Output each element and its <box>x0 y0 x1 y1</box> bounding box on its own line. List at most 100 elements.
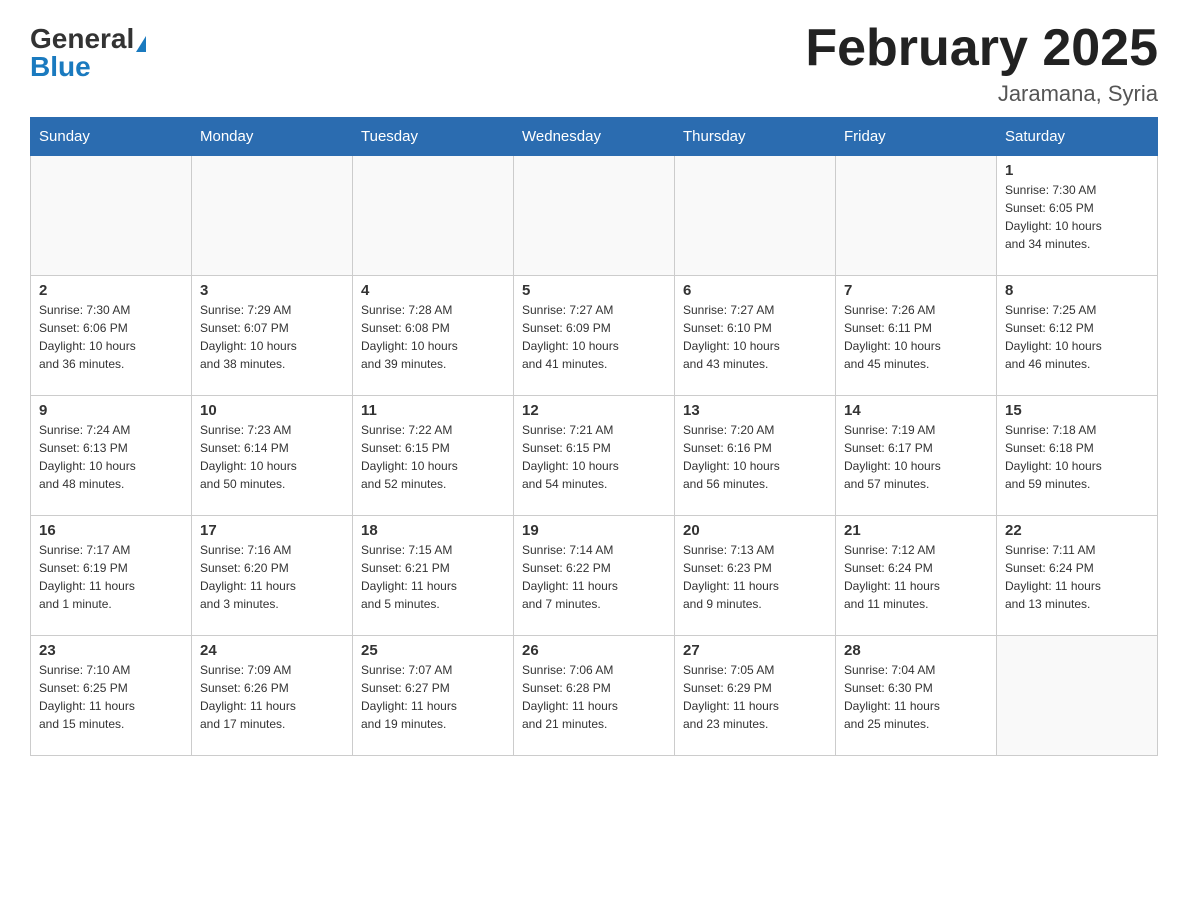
day-info: Sunrise: 7:27 AM Sunset: 6:09 PM Dayligh… <box>522 301 666 373</box>
calendar-cell <box>192 156 353 276</box>
calendar-cell: 3 Sunrise: 7:29 AM Sunset: 6:07 PM Daylig… <box>192 276 353 396</box>
day-number: 24 <box>200 642 344 659</box>
day-info: Sunrise: 7:25 AM Sunset: 6:12 PM Dayligh… <box>1005 301 1149 373</box>
day-number: 6 <box>683 282 827 299</box>
day-info: Sunrise: 7:10 AM Sunset: 6:25 PM Dayligh… <box>39 661 183 733</box>
day-number: 9 <box>39 402 183 419</box>
day-info: Sunrise: 7:13 AM Sunset: 6:23 PM Dayligh… <box>683 541 827 613</box>
calendar-cell <box>836 156 997 276</box>
calendar-cell: 13Sunrise: 7:20 AM Sunset: 6:16 PM Dayli… <box>675 396 836 516</box>
calendar-week-row: 2 Sunrise: 7:30 AM Sunset: 6:06 PM Daylig… <box>31 276 1158 396</box>
calendar-cell: 15Sunrise: 7:18 AM Sunset: 6:18 PM Dayli… <box>997 396 1158 516</box>
calendar-cell: 21Sunrise: 7:12 AM Sunset: 6:24 PM Dayli… <box>836 516 997 636</box>
day-number: 28 <box>844 642 988 659</box>
calendar-week-row: 9 Sunrise: 7:24 AM Sunset: 6:13 PM Daylig… <box>31 396 1158 516</box>
day-info: Sunrise: 7:17 AM Sunset: 6:19 PM Dayligh… <box>39 541 183 613</box>
day-number: 22 <box>1005 522 1149 539</box>
calendar-cell: 2 Sunrise: 7:30 AM Sunset: 6:06 PM Daylig… <box>31 276 192 396</box>
calendar-cell: 22 Sunrise: 7:11 AM Sunset: 6:24 PM Dayli… <box>997 516 1158 636</box>
day-info: Sunrise: 7:30 AM Sunset: 6:06 PM Dayligh… <box>39 301 183 373</box>
location: Jaramana, Syria <box>805 81 1158 107</box>
calendar-cell: 11 Sunrise: 7:22 AM Sunset: 6:15 PM Dayli… <box>353 396 514 516</box>
day-number: 17 <box>200 522 344 539</box>
day-info: Sunrise: 7:19 AM Sunset: 6:17 PM Dayligh… <box>844 421 988 493</box>
day-of-week-header: Saturday <box>997 118 1158 156</box>
day-number: 12 <box>522 402 666 419</box>
day-info: Sunrise: 7:26 AM Sunset: 6:11 PM Dayligh… <box>844 301 988 373</box>
calendar-cell: 14 Sunrise: 7:19 AM Sunset: 6:17 PM Dayli… <box>836 396 997 516</box>
day-info: Sunrise: 7:27 AM Sunset: 6:10 PM Dayligh… <box>683 301 827 373</box>
logo-triangle-icon <box>136 36 146 52</box>
day-info: Sunrise: 7:11 AM Sunset: 6:24 PM Dayligh… <box>1005 541 1149 613</box>
calendar-table: SundayMondayTuesdayWednesdayThursdayFrid… <box>30 117 1158 756</box>
day-number: 25 <box>361 642 505 659</box>
logo-general-text: General <box>30 23 134 54</box>
day-info: Sunrise: 7:30 AM Sunset: 6:05 PM Dayligh… <box>1005 181 1149 253</box>
day-number: 23 <box>39 642 183 659</box>
day-number: 14 <box>844 402 988 419</box>
day-number: 19 <box>522 522 666 539</box>
day-number: 1 <box>1005 162 1149 179</box>
day-info: Sunrise: 7:24 AM Sunset: 6:13 PM Dayligh… <box>39 421 183 493</box>
day-info: Sunrise: 7:14 AM Sunset: 6:22 PM Dayligh… <box>522 541 666 613</box>
calendar-cell: 7 Sunrise: 7:26 AM Sunset: 6:11 PM Daylig… <box>836 276 997 396</box>
logo: General Blue <box>30 20 146 81</box>
calendar-cell: 1 Sunrise: 7:30 AM Sunset: 6:05 PM Daylig… <box>997 156 1158 276</box>
day-number: 26 <box>522 642 666 659</box>
calendar-cell: 16 Sunrise: 7:17 AM Sunset: 6:19 PM Dayli… <box>31 516 192 636</box>
day-number: 2 <box>39 282 183 299</box>
day-info: Sunrise: 7:07 AM Sunset: 6:27 PM Dayligh… <box>361 661 505 733</box>
day-of-week-header: Sunday <box>31 118 192 156</box>
day-info: Sunrise: 7:16 AM Sunset: 6:20 PM Dayligh… <box>200 541 344 613</box>
calendar-cell: 17 Sunrise: 7:16 AM Sunset: 6:20 PM Dayli… <box>192 516 353 636</box>
day-number: 10 <box>200 402 344 419</box>
day-number: 13 <box>683 402 827 419</box>
day-info: Sunrise: 7:29 AM Sunset: 6:07 PM Dayligh… <box>200 301 344 373</box>
day-info: Sunrise: 7:09 AM Sunset: 6:26 PM Dayligh… <box>200 661 344 733</box>
month-title: February 2025 <box>805 20 1158 77</box>
day-info: Sunrise: 7:05 AM Sunset: 6:29 PM Dayligh… <box>683 661 827 733</box>
day-number: 21 <box>844 522 988 539</box>
calendar-cell: 20 Sunrise: 7:13 AM Sunset: 6:23 PM Dayli… <box>675 516 836 636</box>
day-info: Sunrise: 7:06 AM Sunset: 6:28 PM Dayligh… <box>522 661 666 733</box>
day-number: 18 <box>361 522 505 539</box>
day-number: 7 <box>844 282 988 299</box>
day-of-week-header: Thursday <box>675 118 836 156</box>
calendar-cell: 19 Sunrise: 7:14 AM Sunset: 6:22 PM Dayli… <box>514 516 675 636</box>
calendar-cell: 27Sunrise: 7:05 AM Sunset: 6:29 PM Dayli… <box>675 636 836 756</box>
calendar-week-row: 23 Sunrise: 7:10 AM Sunset: 6:25 PM Dayli… <box>31 636 1158 756</box>
logo-top-line: General <box>30 25 146 53</box>
calendar-cell: 5Sunrise: 7:27 AM Sunset: 6:09 PM Daylig… <box>514 276 675 396</box>
day-info: Sunrise: 7:22 AM Sunset: 6:15 PM Dayligh… <box>361 421 505 493</box>
day-of-week-header: Monday <box>192 118 353 156</box>
day-number: 16 <box>39 522 183 539</box>
day-info: Sunrise: 7:23 AM Sunset: 6:14 PM Dayligh… <box>200 421 344 493</box>
calendar-cell <box>353 156 514 276</box>
day-number: 15 <box>1005 402 1149 419</box>
day-header-row: SundayMondayTuesdayWednesdayThursdayFrid… <box>31 118 1158 156</box>
day-number: 3 <box>200 282 344 299</box>
calendar-cell: 12 Sunrise: 7:21 AM Sunset: 6:15 PM Dayli… <box>514 396 675 516</box>
day-number: 11 <box>361 402 505 419</box>
calendar-body: 1 Sunrise: 7:30 AM Sunset: 6:05 PM Daylig… <box>31 156 1158 756</box>
day-info: Sunrise: 7:21 AM Sunset: 6:15 PM Dayligh… <box>522 421 666 493</box>
day-number: 20 <box>683 522 827 539</box>
day-of-week-header: Tuesday <box>353 118 514 156</box>
calendar-cell: 25 Sunrise: 7:07 AM Sunset: 6:27 PM Dayli… <box>353 636 514 756</box>
calendar-cell: 24 Sunrise: 7:09 AM Sunset: 6:26 PM Dayli… <box>192 636 353 756</box>
calendar-cell: 10 Sunrise: 7:23 AM Sunset: 6:14 PM Dayli… <box>192 396 353 516</box>
calendar-cell: 4Sunrise: 7:28 AM Sunset: 6:08 PM Daylig… <box>353 276 514 396</box>
calendar-week-row: 1 Sunrise: 7:30 AM Sunset: 6:05 PM Daylig… <box>31 156 1158 276</box>
calendar-cell: 9 Sunrise: 7:24 AM Sunset: 6:13 PM Daylig… <box>31 396 192 516</box>
calendar-cell <box>31 156 192 276</box>
calendar-cell: 6 Sunrise: 7:27 AM Sunset: 6:10 PM Daylig… <box>675 276 836 396</box>
calendar-cell: 8 Sunrise: 7:25 AM Sunset: 6:12 PM Daylig… <box>997 276 1158 396</box>
calendar-cell: 26 Sunrise: 7:06 AM Sunset: 6:28 PM Dayli… <box>514 636 675 756</box>
day-of-week-header: Friday <box>836 118 997 156</box>
day-number: 8 <box>1005 282 1149 299</box>
calendar-week-row: 16 Sunrise: 7:17 AM Sunset: 6:19 PM Dayli… <box>31 516 1158 636</box>
day-info: Sunrise: 7:15 AM Sunset: 6:21 PM Dayligh… <box>361 541 505 613</box>
calendar-cell <box>675 156 836 276</box>
calendar-cell: 28Sunrise: 7:04 AM Sunset: 6:30 PM Dayli… <box>836 636 997 756</box>
calendar-cell <box>997 636 1158 756</box>
